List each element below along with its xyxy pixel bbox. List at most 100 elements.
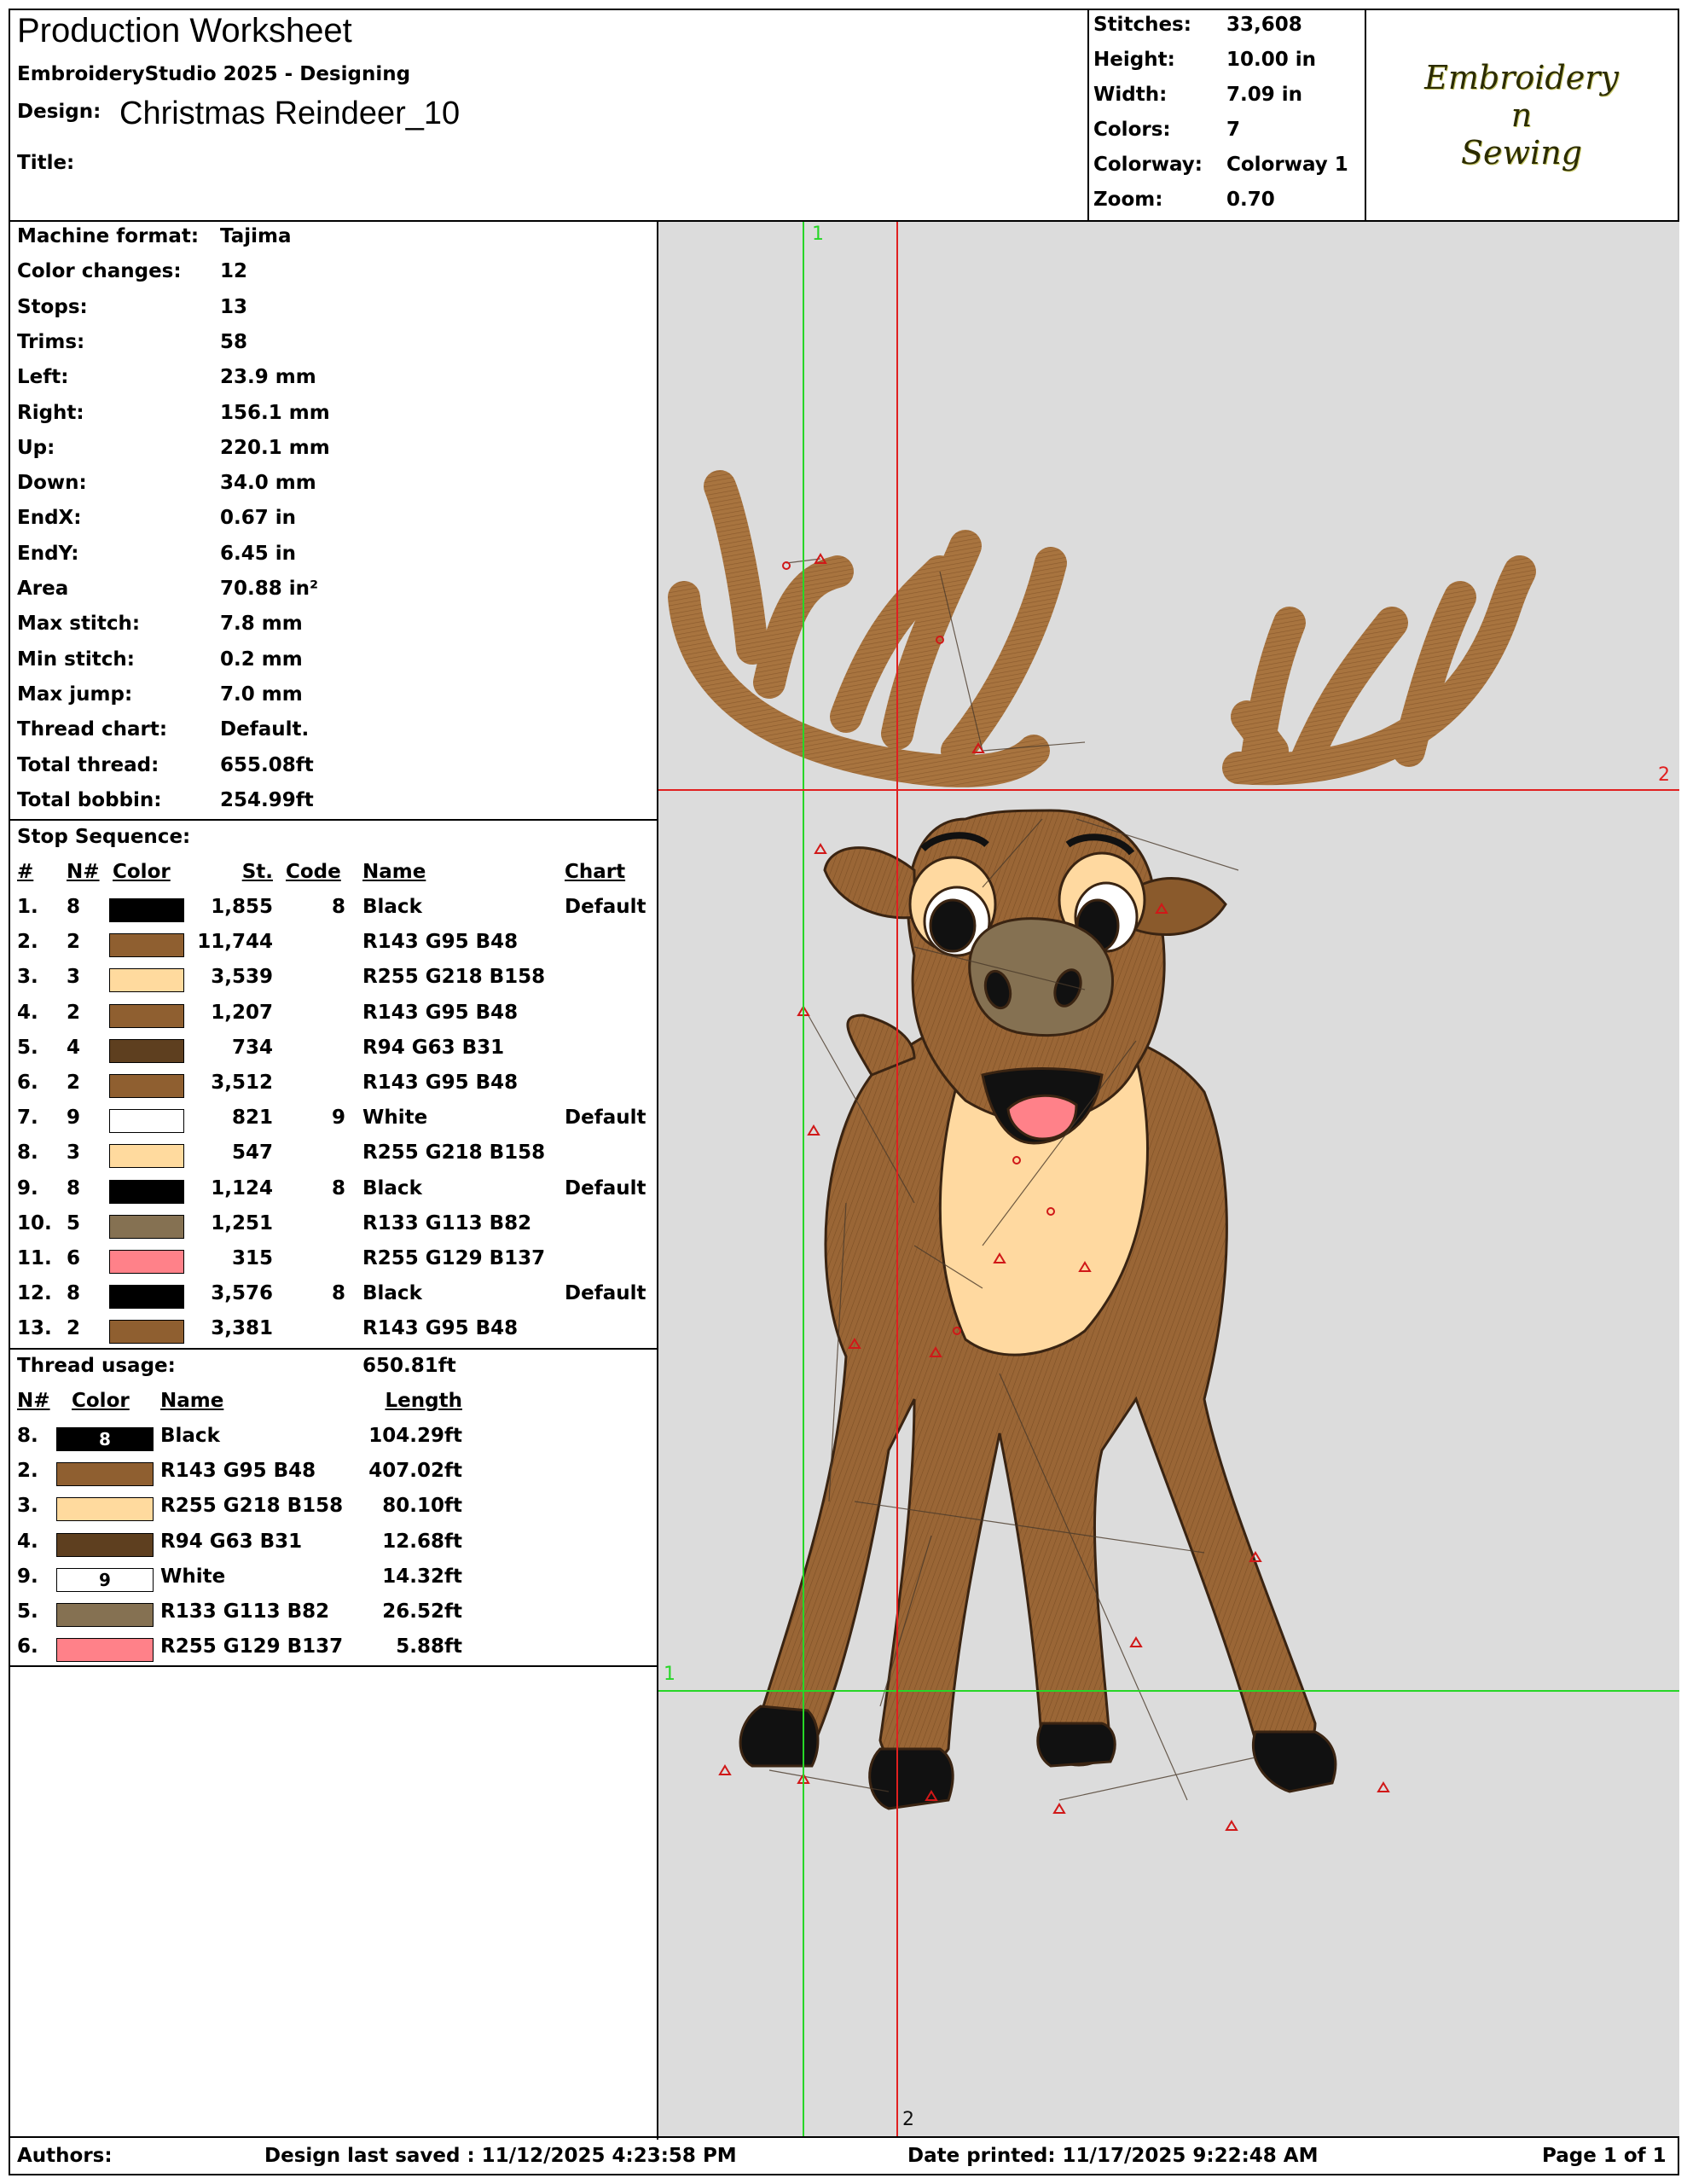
- row-number: 3.: [17, 966, 38, 989]
- machine-info-value: 23.9 mm: [220, 366, 316, 389]
- page-number: Page 1 of 1: [1542, 2145, 1667, 2167]
- color-swatch: [56, 1603, 154, 1627]
- row-number: 2.: [17, 931, 38, 954]
- color-swatch: [109, 1109, 184, 1134]
- color-swatch: [109, 933, 184, 958]
- thread-name: R255 G129 B137: [362, 1247, 546, 1269]
- tu-header-length: Length: [385, 1390, 462, 1412]
- needle-number: 9: [67, 1107, 81, 1130]
- stitch-count: 11,744: [197, 931, 273, 954]
- guide-label-top: 1: [812, 224, 824, 245]
- needle-number: 4: [67, 1036, 81, 1059]
- thread-chart: Default: [565, 1176, 646, 1199]
- row-number: 7.: [17, 1107, 38, 1130]
- machine-info-value: 254.99ft: [220, 788, 314, 811]
- machine-info-label: Trims:: [17, 330, 85, 353]
- thread-name: Black: [362, 1176, 422, 1199]
- colors-value: 7: [1226, 119, 1241, 141]
- thread-chart: Default: [565, 1107, 646, 1130]
- machine-info-label: EndY:: [17, 542, 79, 565]
- colorway-label: Colorway:: [1093, 154, 1203, 176]
- logo-line-3: Sewing: [1461, 134, 1582, 171]
- needle-number: 2: [67, 931, 81, 954]
- colorway-value: Colorway 1: [1226, 154, 1348, 176]
- thread-name: Black: [160, 1425, 220, 1447]
- needle-number: 6: [67, 1247, 81, 1269]
- thread-length: 14.32ft: [382, 1565, 462, 1588]
- color-swatch: [56, 1638, 154, 1663]
- machine-info-value: 34.0 mm: [220, 472, 316, 495]
- color-swatch: [109, 968, 184, 993]
- thread-code: 8: [331, 896, 345, 918]
- machine-info-value: 7.0 mm: [220, 682, 303, 706]
- reindeer-design-preview: [658, 222, 1679, 2136]
- divider: [9, 819, 658, 821]
- last-saved: Design last saved : 11/12/2025 4:23:58 P…: [264, 2145, 737, 2167]
- color-swatch: [109, 1038, 184, 1063]
- color-swatch: [109, 1214, 184, 1239]
- thread-usage-total: 650.81ft: [362, 1355, 456, 1377]
- stitch-count: 1,251: [211, 1211, 273, 1234]
- color-swatch: 8: [56, 1427, 154, 1451]
- stitch-count: 1,207: [211, 1001, 273, 1024]
- thread-name: Black: [362, 896, 422, 918]
- color-swatch: [109, 1144, 184, 1169]
- tu-header-needle: N#: [17, 1390, 50, 1412]
- divider: [9, 1665, 658, 1667]
- color-swatch: [56, 1462, 154, 1487]
- divider: [9, 2136, 1679, 2138]
- height-value: 10.00 in: [1226, 49, 1317, 71]
- thread-name: R143 G95 B48: [362, 1317, 519, 1340]
- needle-number: 8.: [17, 1425, 38, 1447]
- machine-info-value: Tajima: [220, 225, 292, 247]
- width-label: Width:: [1093, 84, 1168, 106]
- machine-info-value: 0.2 mm: [220, 648, 303, 671]
- thread-name: R255 G218 B158: [362, 966, 546, 989]
- thread-name: White: [362, 1107, 428, 1130]
- row-number: 10.: [17, 1211, 52, 1234]
- row-number: 6.: [17, 1072, 38, 1094]
- stitch-count: 1,124: [211, 1176, 273, 1199]
- col-header-num: #: [17, 861, 34, 883]
- color-swatch: [109, 1074, 184, 1098]
- needle-number: 9.: [17, 1565, 38, 1588]
- thread-length: 407.02ft: [368, 1460, 462, 1483]
- divider: [1087, 9, 1089, 222]
- thread-length: 104.29ft: [368, 1425, 462, 1447]
- machine-info-label: Max jump:: [17, 682, 133, 706]
- machine-info-label: Min stitch:: [17, 648, 135, 671]
- machine-info-label: Stops:: [17, 295, 88, 318]
- guide-label-right: 2: [1658, 764, 1670, 786]
- brand-logo: Embroidery n Sewing: [1366, 10, 1677, 220]
- title-label: Title:: [17, 152, 75, 174]
- stitch-count: 1,855: [211, 896, 273, 918]
- needle-number: 6.: [17, 1635, 38, 1658]
- needle-number: 5.: [17, 1600, 38, 1623]
- stitch-count: 3,576: [211, 1282, 273, 1305]
- color-swatch: [109, 1250, 184, 1274]
- thread-code: 8: [331, 1282, 345, 1305]
- stop-sequence-title: Stop Sequence:: [17, 826, 191, 848]
- stitches-value: 33,608: [1226, 14, 1302, 36]
- machine-info-value: 220.1 mm: [220, 436, 330, 459]
- thread-usage-title: Thread usage:: [17, 1355, 176, 1377]
- machine-info-label: Left:: [17, 366, 69, 389]
- machine-info-value: 156.1 mm: [220, 401, 330, 424]
- machine-info-value: 70.88 in²: [220, 578, 319, 600]
- colors-label: Colors:: [1093, 119, 1171, 141]
- width-value: 7.09 in: [1226, 84, 1303, 106]
- software-name: EmbroideryStudio 2025 - Designing: [17, 63, 411, 85]
- needle-number: 8: [67, 896, 81, 918]
- needle-number: 3: [67, 966, 81, 989]
- color-swatch: 9: [56, 1567, 154, 1592]
- design-name: Christmas Reindeer_10: [119, 96, 461, 131]
- needle-number: 2: [67, 1317, 81, 1340]
- guide-label-left: 1: [664, 1664, 675, 1685]
- needle-number: 8: [67, 1282, 81, 1305]
- machine-info-label: Max stitch:: [17, 613, 141, 636]
- thread-length: 80.10ft: [382, 1495, 462, 1518]
- row-number: 8.: [17, 1141, 38, 1165]
- thread-chart: Default: [565, 1282, 646, 1305]
- height-label: Height:: [1093, 49, 1175, 71]
- thread-name: R133 G113 B82: [362, 1211, 532, 1234]
